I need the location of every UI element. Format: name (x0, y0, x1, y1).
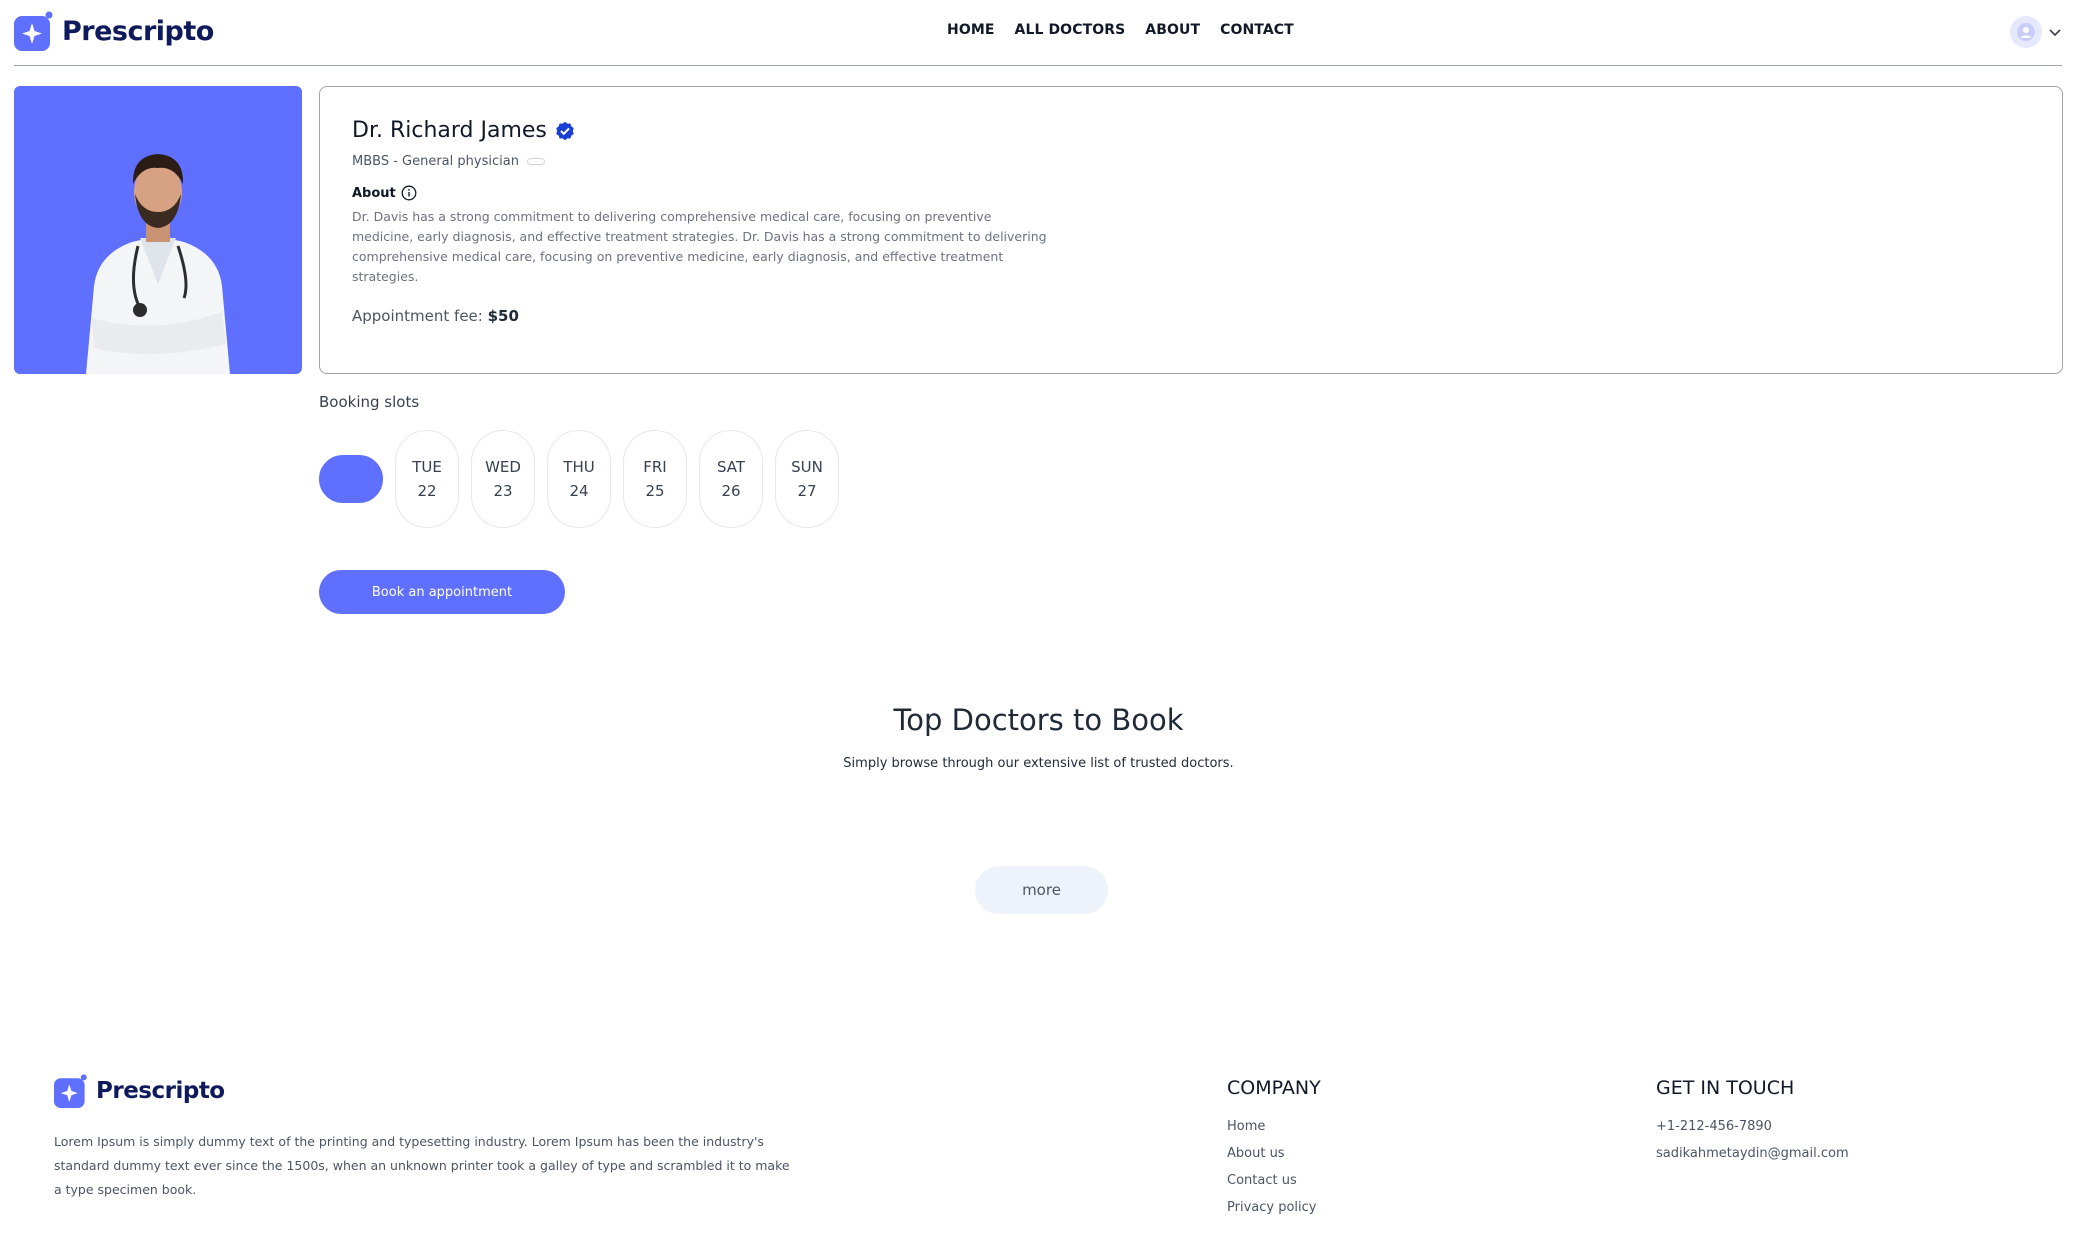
fee-label: Appointment fee: (352, 307, 483, 325)
more-button[interactable]: more (975, 866, 1108, 914)
slot-date: 25 (645, 482, 665, 500)
doctor-info-card: Dr. Richard James MBBS - General physici… (319, 86, 2063, 374)
about-label: About (352, 185, 396, 201)
nav-about[interactable]: ABOUT (1145, 22, 1200, 38)
slot-date: 22 (417, 482, 437, 500)
nav-contact[interactable]: CONTACT (1220, 22, 1294, 38)
slot-date: 23 (493, 482, 513, 500)
footer-contact-column: GET IN TOUCH +1-212-456-7890 sadikahmeta… (1656, 1077, 1849, 1173)
day-slot[interactable]: SAT 26 (699, 430, 763, 528)
booking-slots-title: Booking slots (319, 393, 420, 411)
experience-badge (526, 158, 545, 165)
user-avatar-icon[interactable] (2010, 16, 2042, 48)
footer-contact-title: GET IN TOUCH (1656, 1077, 1795, 1099)
book-appointment-button[interactable]: Book an appointment (319, 570, 565, 614)
footer-link-home[interactable]: Home (1227, 1119, 1321, 1134)
chevron-down-icon[interactable] (2048, 25, 2062, 39)
logo-icon (54, 1074, 87, 1108)
footer-description: Lorem Ipsum is simply dummy text of the … (54, 1134, 790, 1197)
brand-logo[interactable]: Prescripto (14, 11, 214, 51)
day-slot[interactable]: TUE 22 (395, 430, 459, 528)
nav-all-doctors[interactable]: ALL DOCTORS (1015, 22, 1126, 38)
appointment-fee: Appointment fee: $50 (352, 307, 519, 325)
fee-value: $50 (487, 307, 519, 325)
nav-home[interactable]: HOME (947, 22, 995, 38)
logo-icon (14, 11, 53, 51)
doctor-degree: MBBS - General physician (352, 154, 519, 169)
footer-company-column: COMPANY Home About us Contact us Privacy… (1227, 1077, 1321, 1227)
day-slot-selected[interactable] (319, 455, 383, 503)
doctor-degree-row: MBBS - General physician (352, 154, 545, 169)
footer-company-title: COMPANY (1227, 1077, 1321, 1099)
slot-day: TUE (412, 458, 442, 476)
about-heading: About (352, 185, 417, 201)
doctor-illustration (86, 154, 230, 374)
footer-link-about[interactable]: About us (1227, 1146, 1321, 1161)
slot-day: THU (563, 458, 595, 476)
doctor-about-text: Dr. Davis has a strong commitment to del… (352, 209, 1047, 284)
verified-badge-icon (556, 121, 574, 140)
doctor-name: Dr. Richard James (352, 118, 547, 143)
doctor-photo (14, 86, 302, 374)
slot-date: 26 (721, 482, 741, 500)
top-navbar: Prescripto HOME ALL DOCTORS ABOUT CONTAC… (14, 0, 2062, 66)
main-nav: HOME ALL DOCTORS ABOUT CONTACT (947, 22, 1294, 38)
footer-logo[interactable]: Prescripto (54, 1074, 225, 1108)
footer-link-contact[interactable]: Contact us (1227, 1173, 1321, 1188)
slot-day: FRI (643, 458, 667, 476)
slot-day: SUN (791, 458, 823, 476)
slot-date: 24 (569, 482, 589, 500)
day-slot[interactable]: FRI 25 (623, 430, 687, 528)
profile-menu[interactable] (2010, 16, 2062, 48)
doctor-name-row: Dr. Richard James (352, 118, 575, 143)
brand-name: Prescripto (62, 15, 214, 47)
footer-brand-name: Prescripto (96, 1078, 225, 1104)
top-doctors-subtitle: Simply browse through our extensive list… (843, 756, 1234, 771)
day-slot[interactable]: SUN 27 (775, 430, 839, 528)
footer-link-privacy[interactable]: Privacy policy (1227, 1200, 1321, 1215)
footer-email[interactable]: sadikahmetaydin@gmail.com (1656, 1146, 1849, 1161)
booking-day-slots: TUE 22 WED 23 THU 24 FRI 25 SAT 26 SUN 2… (319, 430, 839, 528)
slot-day: SAT (716, 458, 746, 476)
info-icon (401, 185, 417, 201)
top-doctors-title: Top Doctors to Book (893, 703, 1184, 737)
slot-date: 27 (797, 482, 817, 500)
footer-phone: +1-212-456-7890 (1656, 1119, 1772, 1134)
day-slot[interactable]: THU 24 (547, 430, 611, 528)
slot-day: WED (485, 458, 521, 476)
day-slot[interactable]: WED 23 (471, 430, 535, 528)
